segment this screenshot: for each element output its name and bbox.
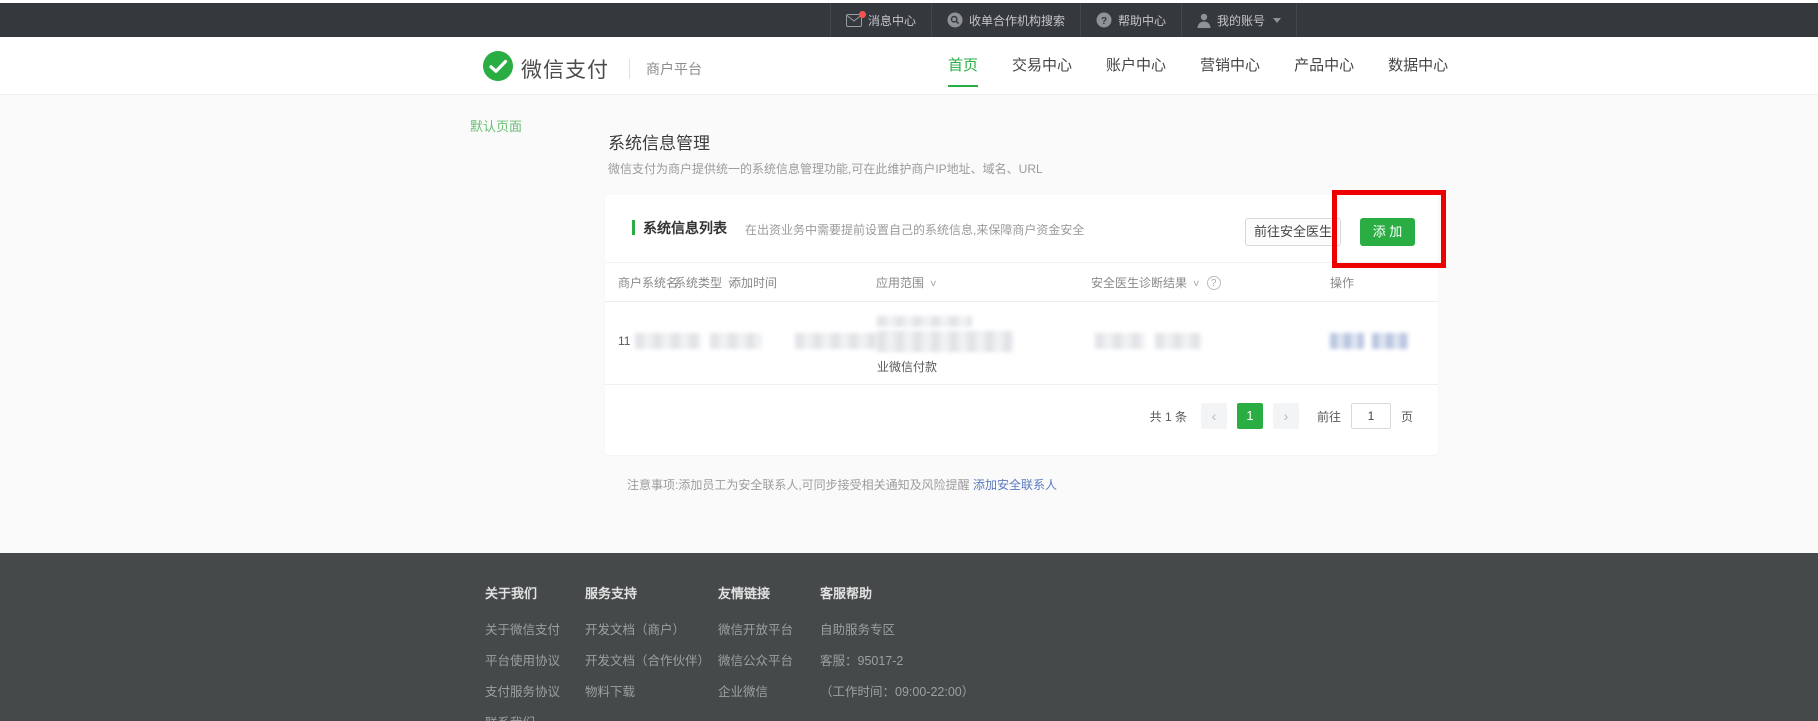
footer-link[interactable]: 开发文档（商户） — [585, 619, 710, 638]
prev-page-button[interactable]: ‹ — [1201, 403, 1227, 429]
column-header-system-type[interactable]: 系统类型∨ — [674, 263, 735, 303]
system-name-visible-text: 11 — [618, 334, 630, 348]
total-count-label: 共 1 条 — [1150, 408, 1187, 425]
footer-column-about: 关于我们 关于微信支付 平台使用协议 支付服务协议 联系我们 — [485, 583, 560, 721]
panel-subtitle: 在出资业务中需要提前设置自己的系统信息,来保障商户资金安全 — [745, 221, 1084, 238]
brand-divider — [629, 59, 630, 79]
footer-link[interactable]: 开发文档（合作伙伴） — [585, 650, 710, 669]
help-circle-icon: ? — [1096, 12, 1112, 28]
filter-caret-icon: ∨ — [1192, 263, 1201, 303]
mail-icon — [846, 14, 862, 27]
topbar-item-label: 收单合作机构搜索 — [969, 12, 1065, 29]
search-circle-icon — [947, 12, 963, 28]
notice-text: 注意事项:添加员工为安全联系人,可同步接受相关通知及风险提醒 添加安全联系人 — [627, 476, 1057, 493]
add-button[interactable]: 添 加 — [1360, 218, 1415, 246]
brand-subtitle: 商户平台 — [646, 59, 702, 79]
footer-service-hours: （工作时间：09:00-22:00） — [820, 681, 974, 700]
footer-link[interactable]: 关于微信支付 — [485, 619, 560, 638]
footer-column-title: 服务支持 — [585, 583, 710, 602]
nav-tab-home[interactable]: 首页 — [948, 37, 978, 95]
redacted-system-name — [635, 333, 701, 349]
nav-tab-data-center[interactable]: 数据中心 — [1388, 37, 1448, 95]
column-header-system-name: 商户系统名 — [618, 263, 678, 303]
footer-link[interactable]: 微信开放平台 — [718, 619, 793, 638]
footer-column-service: 服务支持 开发文档（商户） 开发文档（合作伙伴） 物料下载 — [585, 583, 710, 712]
footer-link[interactable]: 微信公众平台 — [718, 650, 793, 669]
topbar-item-label: 帮助中心 — [1118, 12, 1166, 29]
panel-title: 系统信息列表 — [643, 218, 727, 238]
table-header-row: 商户系统名 系统类型∨ 添加时间 应用范围∨ 安全医生诊断结果∨? 操作 — [605, 262, 1438, 302]
footer-column-title: 关于我们 — [485, 583, 560, 602]
page-title: 系统信息管理 — [608, 129, 710, 154]
goto-page-label: 前往 — [1317, 408, 1341, 425]
nav-tab-transaction-center[interactable]: 交易中心 — [1012, 37, 1072, 95]
redacted-diagnosis-2 — [1155, 333, 1201, 349]
footer-column-links: 友情链接 微信开放平台 微信公众平台 企业微信 — [718, 583, 793, 712]
nav-tab-account-center[interactable]: 账户中心 — [1106, 37, 1166, 95]
topbar-item-help-center[interactable]: ? 帮助中心 — [1080, 3, 1181, 37]
column-header-scope[interactable]: 应用范围∨ — [876, 263, 937, 303]
unread-badge — [859, 11, 866, 18]
footer-link[interactable]: 企业微信 — [718, 681, 793, 700]
redacted-scope-line1 — [877, 316, 972, 327]
column-header-diagnosis-result[interactable]: 安全医生诊断结果∨? — [1091, 263, 1221, 303]
notice-prefix: 注意事项:添加员工为安全联系人,可同步接受相关通知及风险提醒 — [627, 478, 973, 492]
accent-bar — [632, 220, 635, 235]
footer-column-title: 客服帮助 — [820, 583, 974, 602]
footer-column-title: 友情链接 — [718, 583, 793, 602]
filter-caret-icon: ∨ — [929, 263, 938, 303]
redacted-action-link-1[interactable] — [1330, 333, 1364, 349]
security-doctor-button[interactable]: 前往安全医生 — [1245, 218, 1341, 246]
page-description: 微信支付为商户提供统一的系统信息管理功能,可在此维护商户IP地址、域名、URL — [608, 160, 1043, 177]
site-header: 微信支付 商户平台 首页 交易中心 账户中心 营销中心 产品中心 数据中心 — [0, 37, 1818, 95]
goto-page-input[interactable] — [1351, 403, 1391, 429]
account-topbar: 消息中心 收单合作机构搜索 ? 帮助中心 我的账号 — [0, 3, 1818, 37]
wechat-pay-logo-icon — [483, 51, 513, 86]
site-footer: 关于我们 关于微信支付 平台使用协议 支付服务协议 联系我们 服务支持 开发文档… — [0, 553, 1818, 721]
topbar-item-message-center[interactable]: 消息中心 — [830, 3, 931, 37]
brand-name: 微信支付 — [521, 54, 609, 84]
redacted-scope-line2 — [877, 331, 1013, 352]
page-unit-label: 页 — [1401, 408, 1413, 425]
footer-service-phone: 客服：95017-2 — [820, 650, 974, 669]
add-security-contact-link[interactable]: 添加安全联系人 — [973, 478, 1057, 492]
redacted-action-link-2[interactable] — [1372, 333, 1408, 349]
scope-visible-text: 业微信付款 — [877, 358, 937, 375]
footer-link[interactable]: 联系我们 — [485, 712, 560, 721]
table-row: 11 业微信付款 — [605, 302, 1438, 385]
next-page-button[interactable]: › — [1273, 403, 1299, 429]
footer-link[interactable]: 物料下载 — [585, 681, 710, 700]
nav-tab-marketing-center[interactable]: 营销中心 — [1200, 37, 1260, 95]
sidebar-item-default-page[interactable]: 默认页面 — [470, 116, 522, 135]
svg-text:?: ? — [1101, 16, 1107, 27]
nav-tab-product-center[interactable]: 产品中心 — [1294, 37, 1354, 95]
footer-column-support: 客服帮助 自助服务专区 客服：95017-2 （工作时间：09:00-22:00… — [820, 583, 974, 712]
footer-link[interactable]: 支付服务协议 — [485, 681, 560, 700]
topbar-item-my-account[interactable]: 我的账号 — [1181, 3, 1297, 37]
topbar-item-label: 我的账号 — [1217, 12, 1265, 29]
system-info-panel: 系统信息列表 在出资业务中需要提前设置自己的系统信息,来保障商户资金安全 前往安… — [605, 195, 1438, 455]
footer-link[interactable]: 平台使用协议 — [485, 650, 560, 669]
brand[interactable]: 微信支付 商户平台 — [483, 51, 702, 86]
user-icon — [1197, 13, 1211, 28]
pagination: 共 1 条 ‹ 1 › 前往 页 — [1150, 403, 1413, 429]
chevron-down-icon — [1273, 18, 1281, 23]
topbar-item-label: 消息中心 — [868, 12, 916, 29]
main-nav: 首页 交易中心 账户中心 营销中心 产品中心 数据中心 — [948, 37, 1448, 95]
question-circle-icon[interactable]: ? — [1207, 276, 1221, 290]
redacted-system-type — [710, 333, 762, 349]
current-page-button[interactable]: 1 — [1237, 403, 1263, 429]
column-header-add-time: 添加时间 — [729, 263, 777, 303]
redacted-diagnosis-1 — [1095, 333, 1145, 349]
wechat-pay-merchant-page: 消息中心 收单合作机构搜索 ? 帮助中心 我的账号 — [0, 0, 1818, 721]
footer-link[interactable]: 自助服务专区 — [820, 619, 974, 638]
column-header-actions: 操作 — [1330, 263, 1354, 303]
topbar-item-acquirer-search[interactable]: 收单合作机构搜索 — [931, 3, 1080, 37]
